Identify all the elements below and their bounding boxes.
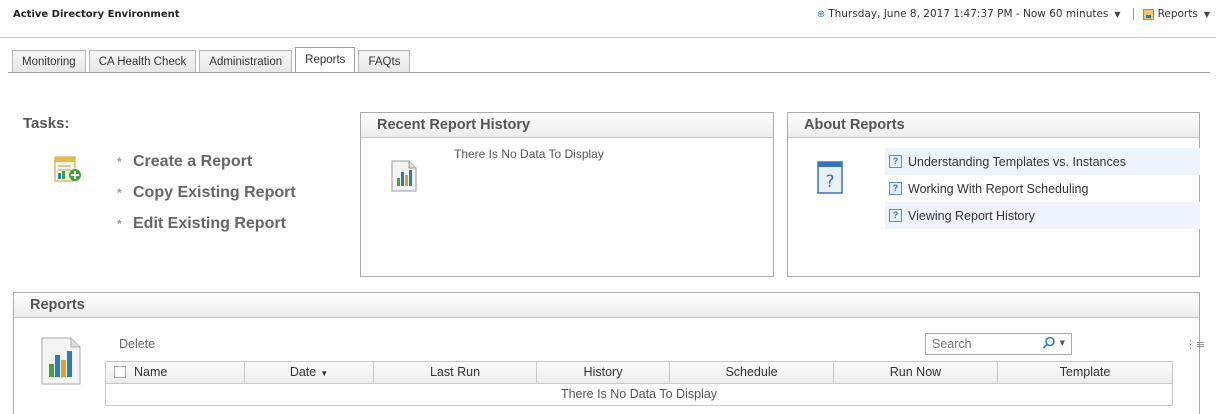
column-history[interactable]: History (537, 362, 670, 384)
time-range-area: ⊕ Thursday, June 8, 2017 1:47:37 PM - No… (817, 8, 1210, 20)
select-all-checkbox[interactable] (114, 366, 126, 378)
edit-report-link[interactable]: * Edit Existing Report (117, 208, 296, 239)
tab-administration[interactable]: Administration (199, 50, 293, 73)
reports-menu[interactable]: Reports (1158, 8, 1198, 20)
about-reports-panel: About Reports ? ? Understanding Template… (787, 112, 1200, 277)
recent-history-empty: There Is No Data To Display (454, 147, 604, 161)
bullet-icon: * (117, 185, 122, 200)
top-bar: Active Directory Environment ⊕ Thursday,… (0, 0, 1216, 38)
help-link-scheduling[interactable]: ? Working With Report Scheduling (885, 175, 1200, 202)
tab-monitoring[interactable]: Monitoring (12, 50, 86, 73)
sort-desc-icon: ▼ (320, 369, 329, 378)
new-report-icon (53, 155, 83, 185)
divider (1132, 8, 1134, 20)
tab-divider (8, 72, 1210, 73)
delete-button[interactable]: Delete (119, 337, 155, 351)
search-dropdown[interactable]: ▼ (1042, 336, 1065, 350)
help-link-history[interactable]: ? Viewing Report History (885, 202, 1200, 229)
search-icon[interactable] (1042, 336, 1056, 350)
recent-history-panel: Recent Report History There Is No Data T… (360, 112, 774, 277)
help-icon: ? (889, 209, 902, 222)
bullet-icon: * (117, 216, 122, 231)
chevron-down-icon[interactable]: ▼ (1204, 10, 1210, 19)
task-list: * Create a Report * Copy Existing Report… (117, 146, 296, 239)
tab-reports[interactable]: Reports (295, 47, 356, 73)
search-input[interactable] (926, 334, 1036, 354)
tab-ca-health-check[interactable]: CA Health Check (88, 50, 197, 73)
bullet-icon: * (117, 154, 122, 169)
reports-chart-icon (41, 337, 81, 388)
svg-text:?: ? (825, 172, 834, 192)
reports-table: Name Date ▼ Last Run History Schedule Run… (105, 361, 1173, 406)
recent-history-title: Recent Report History (361, 113, 773, 138)
reports-icon (1142, 8, 1154, 20)
help-document-icon: ? (817, 161, 845, 198)
chevron-down-icon[interactable]: ▼ (1114, 10, 1120, 19)
table-empty-message: There Is No Data To Display (560, 387, 718, 401)
column-template[interactable]: Template (998, 362, 1172, 384)
create-report-link[interactable]: * Create a Report (117, 146, 296, 177)
help-icon: ? (889, 155, 902, 168)
reports-toolbar: Delete ▼ ⋮≡ (105, 333, 1205, 359)
column-run-now[interactable]: Run Now (834, 362, 998, 384)
help-icon: ? (889, 182, 902, 195)
help-link-templates[interactable]: ? Understanding Templates vs. Instances (885, 148, 1200, 175)
search-box: ▼ (925, 333, 1072, 355)
column-name[interactable]: Name (106, 362, 245, 384)
refresh-time-icon[interactable]: ⊕ (817, 9, 825, 20)
copy-report-link[interactable]: * Copy Existing Report (117, 177, 296, 208)
table-header: Name Date ▼ Last Run History Schedule Run… (106, 362, 1172, 384)
tab-bar: Monitoring CA Health Check Administratio… (12, 47, 413, 73)
column-schedule[interactable]: Schedule (670, 362, 834, 384)
time-range-selector[interactable]: Thursday, June 8, 2017 1:47:37 PM - Now … (828, 8, 1108, 20)
tab-faqts[interactable]: FAQts (358, 50, 411, 73)
about-reports-title: About Reports (788, 113, 1199, 138)
report-chart-icon (391, 160, 417, 195)
chevron-down-icon[interactable]: ▼ (1060, 339, 1065, 347)
app-title: Active Directory Environment (13, 9, 180, 20)
column-last-run[interactable]: Last Run (374, 362, 537, 384)
column-options-icon[interactable]: ⋮≡ (1185, 338, 1211, 351)
column-date[interactable]: Date ▼ (245, 362, 374, 384)
about-links: ? Understanding Templates vs. Instances … (885, 148, 1200, 229)
tasks-title: Tasks: (23, 115, 70, 132)
reports-title: Reports (14, 293, 1199, 318)
